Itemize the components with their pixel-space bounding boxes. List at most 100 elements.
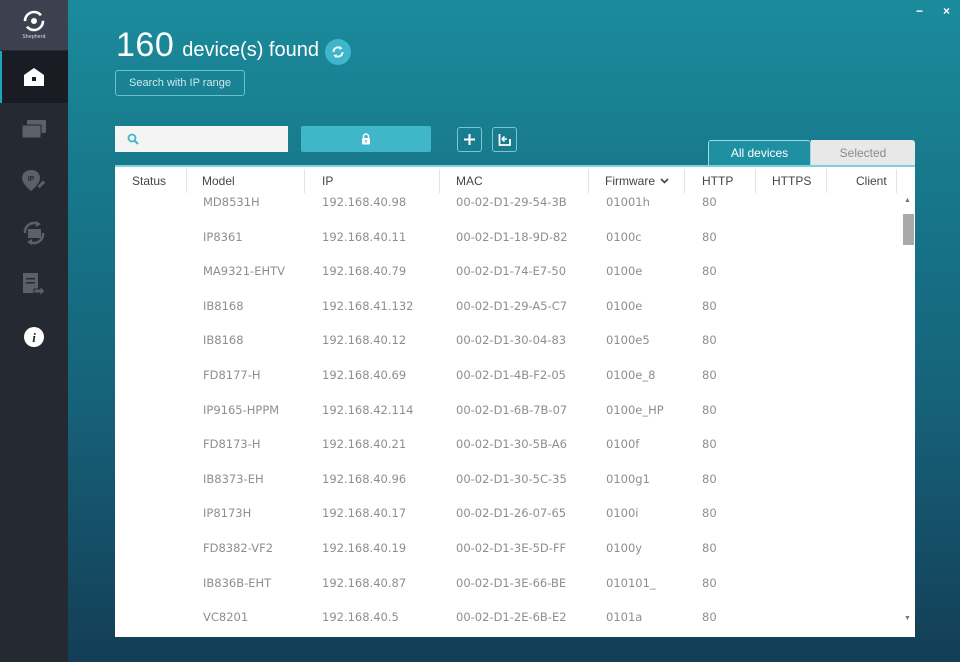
cell-http: 80 [702, 471, 717, 486]
sidebar-item-export[interactable] [0, 259, 68, 311]
cell-firmware: 0100e_HP [606, 402, 664, 417]
cell-mac: 00-02-D1-6B-7B-07 [456, 402, 568, 417]
table-row[interactable]: IB8168 192.168.41.132 00-02-D1-29-A5-C7 010… [115, 296, 900, 331]
table-row[interactable]: IP9165-HPPM 192.168.42.114 00-02-D1-6B-7B-… [115, 400, 900, 435]
cell-firmware: 0100f [606, 437, 640, 452]
cell-model: FD8177-H [203, 368, 261, 382]
refresh-button[interactable] [325, 39, 351, 65]
minimize-button[interactable]: − [916, 4, 923, 18]
scroll-thumb[interactable] [903, 214, 914, 245]
shepherd-logo-icon [23, 10, 45, 32]
cell-mac: 00-02-D1-2E-6B-E2 [456, 610, 567, 625]
cell-model: IP8361 [203, 229, 243, 244]
device-count: 160 [116, 26, 175, 64]
cell-mac: 00-02-D1-3E-66-BE [456, 575, 567, 590]
sidebar-item-home[interactable] [0, 51, 68, 103]
sidebar-item-devices[interactable] [0, 103, 68, 155]
column-divider[interactable] [896, 169, 897, 193]
cell-ip: 192.168.40.19 [322, 541, 407, 555]
table-row[interactable]: IP8361 192.168.40.11 00-02-D1-18-9D-82 0100… [115, 227, 900, 262]
tab-selected[interactable]: Selected [811, 140, 915, 165]
sidebar-item-ip[interactable]: IP [0, 155, 68, 207]
search-ip-range-button[interactable]: Search with IP range [115, 70, 245, 96]
table-row[interactable]: VC8201 192.168.40.5 00-02-D1-2E-6B-E2 0101a… [115, 607, 900, 637]
cell-firmware: 0100e_8 [606, 368, 656, 382]
cell-ip: 192.168.42.114 [322, 402, 414, 417]
column-header-http[interactable]: HTTP [686, 167, 733, 195]
cell-ip: 192.168.40.96 [322, 471, 407, 486]
column-header-firmware[interactable]: Firmware [589, 167, 669, 195]
close-button[interactable]: × [943, 4, 950, 18]
column-divider[interactable] [304, 169, 305, 193]
cell-model: IB8168 [203, 298, 244, 313]
table-row[interactable]: IB8373-EH 192.168.40.96 00-02-D1-30-5C-35 0… [115, 469, 900, 504]
column-header-model[interactable]: Model [186, 167, 235, 195]
info-icon: i [24, 327, 44, 347]
scroll-up-arrow-icon[interactable]: ▲ [904, 197, 911, 204]
cell-http: 80 [702, 437, 717, 452]
svg-text:IP: IP [28, 176, 35, 183]
column-header-firmware-label: Firmware [605, 174, 655, 188]
table-row[interactable]: MD8531H 192.168.40.98 00-02-D1-29-54-3B 010… [115, 192, 900, 227]
column-header-https[interactable]: HTTPS [756, 167, 811, 195]
cell-firmware: 0100i [606, 506, 639, 521]
cell-firmware: 0100e [606, 264, 643, 279]
cell-http: 80 [702, 506, 717, 521]
lock-icon [362, 133, 370, 145]
table-row[interactable]: FD8382-VF2 192.168.40.19 00-02-D1-3E-5D-FF… [115, 538, 900, 573]
cell-mac: 00-02-D1-30-5C-35 [456, 471, 567, 486]
sidebar-item-about[interactable]: i [0, 311, 68, 363]
cell-ip: 192.168.40.5 [322, 610, 399, 625]
cell-http: 80 [702, 575, 717, 590]
cell-firmware: 0100g1 [606, 471, 650, 486]
cell-ip: 192.168.40.17 [322, 506, 407, 521]
cell-mac: 00-02-D1-26-07-65 [456, 506, 567, 521]
cell-mac: 00-02-D1-74-E7-50 [456, 264, 567, 279]
table-row[interactable]: IB836B-EHT 192.168.40.87 00-02-D1-3E-66-BE… [115, 573, 900, 608]
table-row[interactable]: IP8173H 192.168.40.17 00-02-D1-26-07-65 010… [115, 503, 900, 538]
plus-icon [464, 134, 475, 145]
cell-http: 80 [702, 368, 717, 382]
cell-http: 80 [702, 610, 717, 625]
app-logo: Shepherd [0, 0, 68, 50]
search-input[interactable] [145, 133, 285, 145]
table-scrollbar[interactable]: ▲ ▼ [901, 195, 915, 625]
cell-ip: 192.168.40.12 [322, 333, 407, 348]
cell-firmware: 0101a [606, 610, 643, 625]
cell-firmware: 0100c [606, 229, 642, 244]
cell-model: IP8173H [203, 506, 252, 521]
table-row[interactable]: MA9321-EHTV 192.168.40.79 00-02-D1-74-E7-5… [115, 261, 900, 296]
column-divider[interactable] [826, 169, 827, 193]
sync-device-icon [23, 221, 45, 245]
lock-button[interactable] [301, 126, 431, 152]
cell-mac: 00-02-D1-4B-F2-05 [456, 368, 566, 382]
cell-http: 80 [702, 229, 717, 244]
scroll-down-arrow-icon[interactable]: ▼ [904, 615, 911, 622]
cell-ip: 192.168.41.132 [322, 298, 414, 313]
table-row[interactable]: IB8168 192.168.40.12 00-02-D1-30-04-83 0100… [115, 330, 900, 365]
cell-mac: 00-02-D1-29-54-3B [456, 195, 567, 209]
ip-location-icon: IP [22, 170, 46, 191]
sort-descending-icon [660, 178, 669, 184]
column-header-mac[interactable]: MAC [440, 167, 483, 195]
add-device-button[interactable] [457, 127, 482, 152]
import-icon [498, 134, 511, 146]
import-button[interactable] [492, 127, 517, 152]
table-row[interactable]: FD8177-H 192.168.40.69 00-02-D1-4B-F2-05 01… [115, 365, 900, 400]
search-box [115, 126, 288, 152]
sidebar: Shepherd IP i [0, 0, 68, 662]
tab-all-devices[interactable]: All devices [708, 140, 811, 165]
cell-firmware: 0100y [606, 541, 643, 555]
cell-ip: 192.168.40.98 [322, 195, 407, 209]
column-divider[interactable] [684, 169, 685, 193]
devices-found-heading: 160 device(s) found [116, 26, 319, 65]
column-header-client[interactable]: Client [856, 167, 887, 195]
column-header-status[interactable]: Status [115, 167, 166, 195]
sidebar-item-firmware[interactable] [0, 207, 68, 259]
app-name: Shepherd [22, 34, 46, 40]
refresh-icon [332, 46, 344, 58]
column-header-ip[interactable]: IP [306, 167, 333, 195]
cell-http: 80 [702, 195, 717, 209]
cell-ip: 192.168.40.11 [322, 229, 407, 244]
table-row[interactable]: FD8173-H 192.168.40.21 00-02-D1-30-5B-A6 01… [115, 434, 900, 469]
